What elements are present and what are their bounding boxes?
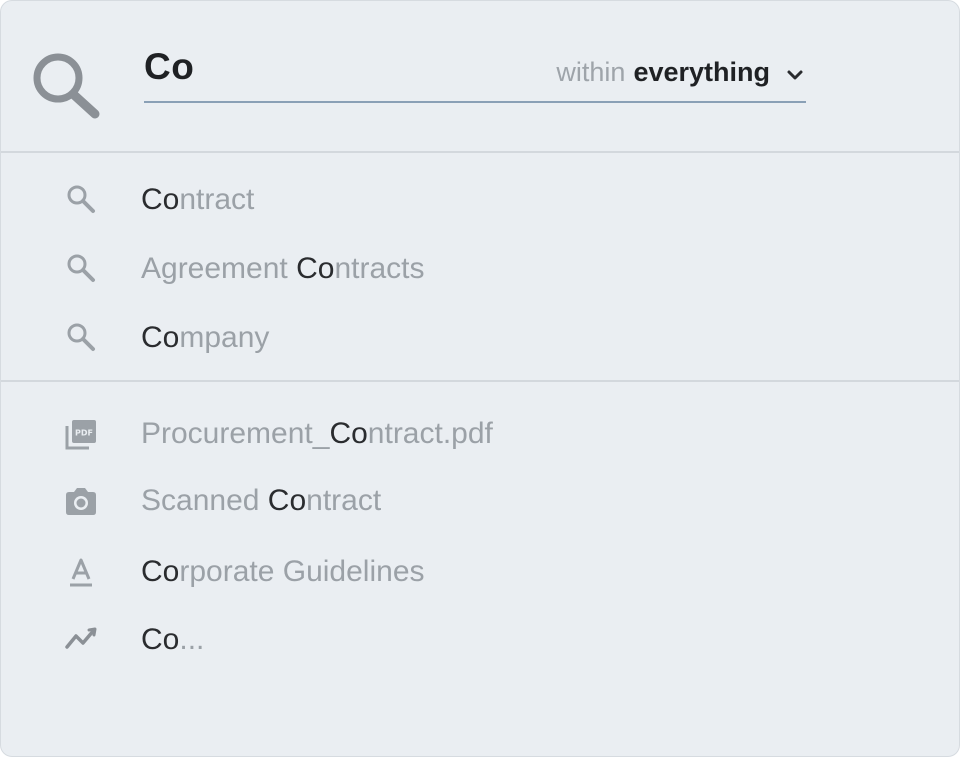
document-result-item[interactable]: PDF Procurement_Contract.pdf (1, 406, 959, 460)
document-title: Procurement_Contract.pdf (141, 417, 493, 450)
document-title: Corporate Guidelines (141, 555, 425, 588)
scope-value[interactable]: everything (633, 55, 770, 89)
pdf-icon: PDF (65, 420, 96, 450)
document-result-item[interactable]: Corporate Guidelines (1, 544, 959, 598)
svg-text:PDF: PDF (75, 429, 93, 438)
suggestion-label: Company (141, 321, 270, 354)
query-suggestion-item[interactable]: Agreement Contracts (1, 241, 959, 295)
text-format-icon (70, 558, 92, 587)
document-title: Co... (141, 623, 205, 656)
query-suggestions-list: Contract Agreement Contracts Company (1, 153, 959, 382)
search-icon (33, 53, 100, 119)
scope-dropdown[interactable]: within everything (556, 55, 806, 89)
suggestion-label: Contract (141, 183, 255, 216)
document-result-item[interactable]: Co... (1, 612, 959, 666)
trend-line-icon (65, 627, 97, 649)
document-result-item[interactable]: Scanned Contract (1, 473, 959, 527)
document-results-list: PDF Procurement_Contract.pdf Scanned Con… (1, 382, 959, 682)
chevron-down-icon[interactable] (784, 64, 806, 86)
query-suggestion-item[interactable]: Company (1, 310, 959, 364)
search-dropdown-panel: Co within everything Contract Agreement … (0, 0, 960, 757)
search-query-text[interactable]: Co (144, 45, 194, 89)
search-icon (67, 254, 95, 282)
search-icon (67, 185, 95, 213)
document-title: Scanned Contract (141, 484, 382, 517)
search-header: Co within everything (1, 1, 959, 153)
search-input[interactable]: Co within everything (144, 39, 806, 103)
camera-icon (66, 488, 96, 515)
suggestion-label: Agreement Contracts (141, 252, 425, 285)
search-icon (67, 323, 95, 351)
scope-prefix-label: within (556, 57, 626, 87)
query-suggestion-item[interactable]: Contract (1, 172, 959, 226)
